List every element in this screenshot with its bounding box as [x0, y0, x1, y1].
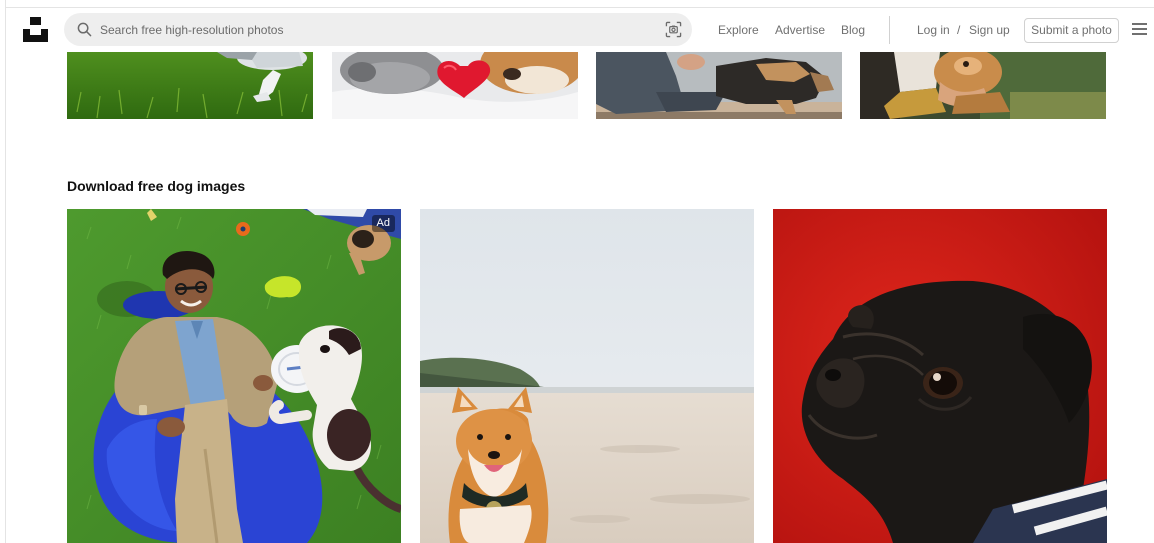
- photo-shiba-inu-beach[interactable]: [420, 209, 754, 543]
- photo-person-hugging-dog[interactable]: [860, 52, 1106, 119]
- nav-divider: [889, 16, 890, 44]
- nav-blog[interactable]: Blog: [841, 23, 865, 37]
- photo-person-and-dog-sitting[interactable]: [596, 52, 842, 119]
- section-title: Download free dog images: [67, 178, 246, 194]
- search-icon[interactable]: [77, 22, 92, 37]
- search-bar[interactable]: [64, 13, 692, 46]
- auth-separator: /: [957, 23, 961, 37]
- login-link[interactable]: Log in: [917, 23, 950, 37]
- submit-photo-button[interactable]: Submit a photo: [1024, 18, 1119, 43]
- photo-dog-on-grass[interactable]: [67, 52, 313, 119]
- left-border: [5, 0, 6, 543]
- nav-explore[interactable]: Explore: [718, 23, 759, 37]
- signup-link[interactable]: Sign up: [969, 23, 1010, 37]
- search-input[interactable]: [100, 13, 650, 46]
- photo-black-pug-red[interactable]: [773, 209, 1107, 543]
- ad-badge: Ad: [371, 215, 395, 232]
- hamburger-menu-icon[interactable]: [1132, 23, 1148, 37]
- unsplash-logo-icon[interactable]: [23, 17, 48, 42]
- visual-search-icon[interactable]: [665, 21, 682, 38]
- photo-man-beanbag-dog-frisbee[interactable]: Ad: [67, 209, 401, 543]
- top-navbar: Explore Advertise Blog Log in / Sign up …: [6, 8, 1154, 52]
- nav-advertise[interactable]: Advertise: [775, 23, 825, 37]
- photo-cat-and-dog-with-heart[interactable]: [332, 52, 578, 119]
- page: Explore Advertise Blog Log in / Sign up …: [0, 0, 1154, 543]
